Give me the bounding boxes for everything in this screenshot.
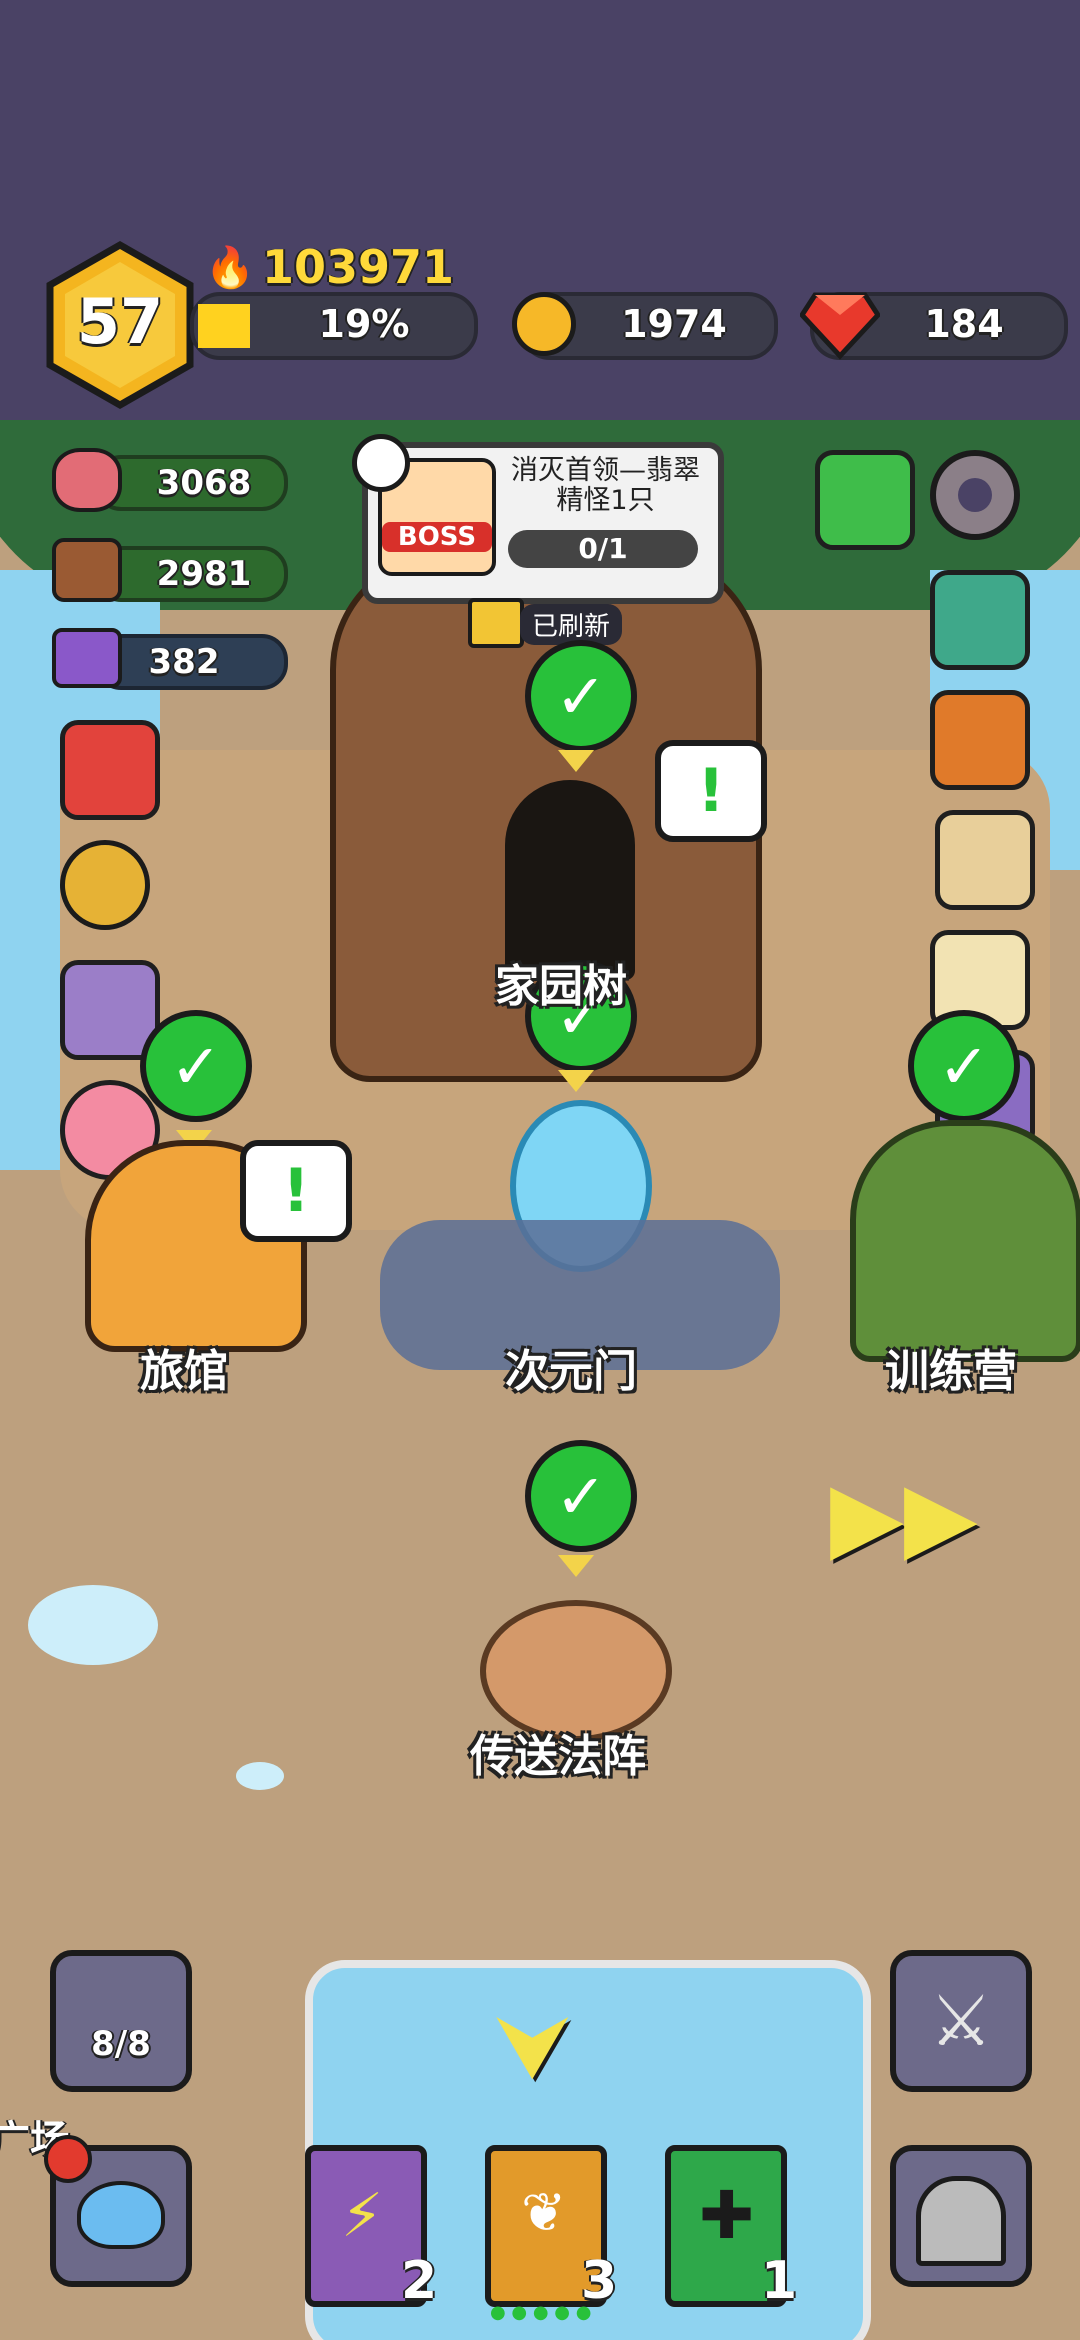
level-value: 57 [76, 285, 164, 358]
blue-slime-icon [77, 2181, 165, 2249]
training-camp-label: 训练营 [885, 1346, 1017, 1397]
portal-arrow-icon [558, 1070, 594, 1092]
collapse-arrow-icon[interactable]: ⮟ [495, 1995, 572, 2101]
battle-swords-button[interactable]: ⚔ [890, 1950, 1032, 2092]
notification-dot [44, 2135, 92, 2183]
gold-value: 1974 [621, 302, 727, 346]
settings-gear-icon[interactable] [930, 450, 1020, 540]
wood-icon [52, 538, 122, 602]
quest-progress: 0/1 [578, 532, 628, 565]
ruby-icon [800, 292, 880, 360]
chest-refreshed-label: 已刷新 [520, 604, 623, 645]
teleport-label: 传送法阵 [470, 1731, 646, 1782]
portal-label: 次元门 [505, 1346, 637, 1397]
shop-icon[interactable] [60, 720, 160, 820]
tree-alert-bubble[interactable]: ! [655, 740, 767, 842]
book-wing[interactable]: ❦ 3 [485, 2145, 617, 2311]
home-tree-label: 家园树 [495, 961, 627, 1012]
mail-icon[interactable] [930, 570, 1030, 670]
ore-resource[interactable]: 382 [95, 634, 288, 690]
book-lightning[interactable]: ⚡ 2 [305, 2145, 437, 2311]
fire-icon: 🔥 [205, 245, 255, 291]
page-indicator: ● ● ● ● ● [490, 2302, 592, 2323]
slime-team-button[interactable]: 8/8 [50, 1950, 192, 2092]
tavern-label: 旅馆 [140, 1346, 228, 1397]
village-scene: 3068 2981 382 BOSS 消灭首领—翡翠精怪1只 0/1 已刷新 ✓… [0, 420, 1080, 2340]
fast-forward-icon[interactable]: ▶▶ [830, 1460, 978, 1572]
gold-coin-icon [512, 292, 576, 356]
exp-fill [198, 304, 250, 348]
wood-value: 2981 [156, 554, 252, 594]
meat-value: 3068 [156, 463, 252, 503]
ore-value: 382 [148, 642, 220, 682]
crossed-swords-icon: ⚔ [929, 1980, 993, 2062]
lightning-icon: ⚡ [341, 2181, 384, 2251]
boss-badge: BOSS [382, 522, 492, 552]
treasure-map-icon[interactable] [935, 810, 1035, 910]
stone-gate-icon [916, 2176, 1006, 2266]
water-puddle-small [236, 1762, 284, 1790]
achievement-medal-icon[interactable] [60, 840, 150, 930]
cross-icon: ✚ [699, 2177, 755, 2254]
teleport-check-icon[interactable]: ✓ [525, 1440, 637, 1552]
exp-bar: 19% [190, 292, 478, 360]
magnifier-icon[interactable] [352, 434, 410, 492]
tavern-check-icon[interactable]: ✓ [140, 1010, 252, 1122]
training-check-icon[interactable]: ✓ [908, 1010, 1020, 1122]
slime-count: 8/8 [91, 2024, 151, 2064]
power-value: 103971 [262, 240, 455, 294]
quest-book-icon[interactable] [815, 450, 915, 550]
top-status-area: 57 🔥 103971 19% 1974 184 [0, 0, 1080, 420]
training-camp-building[interactable] [850, 1120, 1080, 1362]
book-count-3: 1 [761, 2251, 798, 2311]
dungeon-gate-button[interactable] [890, 2145, 1032, 2287]
chest-icon[interactable] [468, 598, 524, 648]
level-badge[interactable]: 57 [45, 240, 195, 410]
wood-resource[interactable]: 2981 [95, 546, 288, 602]
backpack-icon[interactable] [930, 690, 1030, 790]
tree-check-icon[interactable]: ✓ [525, 640, 637, 752]
gem-value: 184 [924, 302, 1004, 346]
quest-progress-bar: 0/1 [508, 530, 698, 568]
quest-title: 消灭首领—翡翠精怪1只 [511, 455, 700, 516]
wing-icon: ❦ [521, 2181, 567, 2244]
ore-icon [52, 628, 122, 688]
exp-percent: 19% [318, 302, 410, 346]
book-cross[interactable]: ✚ 1 [665, 2145, 797, 2311]
meat-icon [52, 448, 122, 512]
tree-arrow-icon [558, 750, 594, 772]
meat-resource[interactable]: 3068 [95, 455, 288, 511]
water-puddle [28, 1585, 158, 1665]
boss-quest-panel[interactable]: BOSS 消灭首领—翡翠精怪1只 0/1 [362, 442, 724, 604]
book-count-1: 2 [401, 2251, 438, 2311]
tavern-alert-bubble[interactable]: ! [240, 1140, 352, 1242]
teleport-arrow-icon [558, 1555, 594, 1577]
